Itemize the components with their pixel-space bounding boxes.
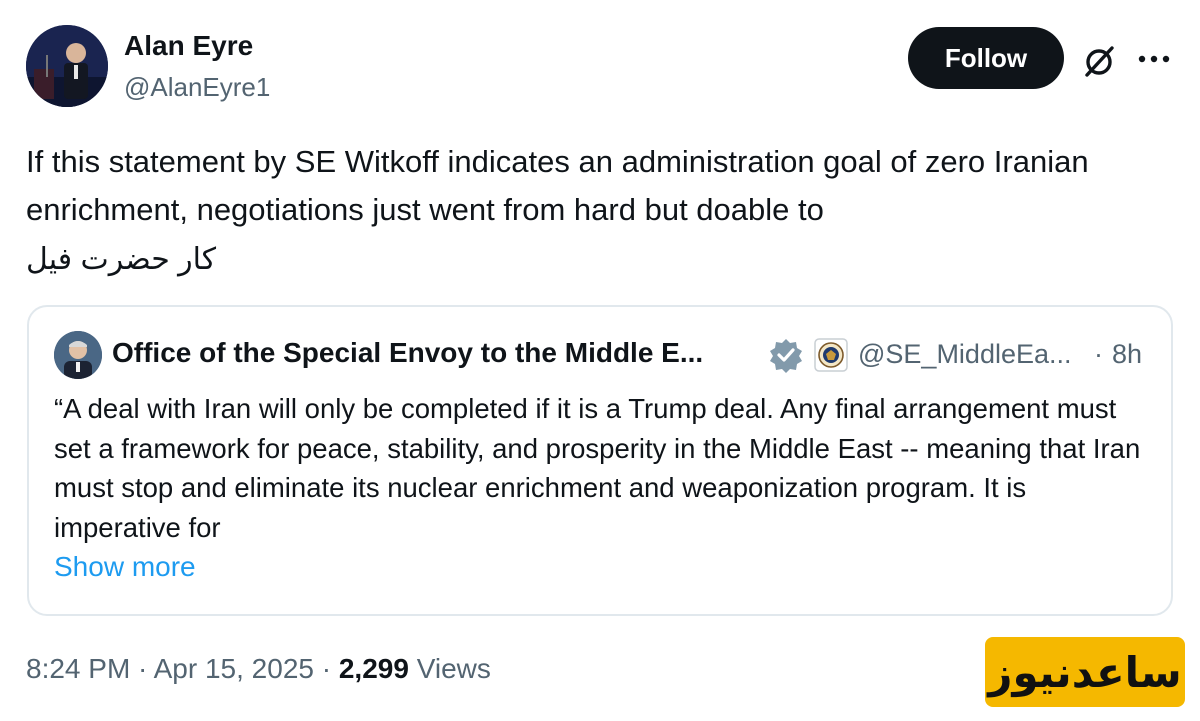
watermark-logo: ساعدنیوز	[985, 637, 1185, 707]
state-seal-icon	[814, 338, 848, 372]
more-icon[interactable]	[1136, 44, 1172, 74]
grok-icon[interactable]	[1080, 42, 1118, 80]
meta-separator: ·	[313, 653, 339, 684]
show-more-link[interactable]: Show more	[54, 551, 196, 583]
views-label: Views	[408, 653, 491, 684]
quote-timestamp[interactable]: 8h	[1112, 339, 1142, 370]
tweet-date[interactable]: Apr 15, 2025	[154, 653, 314, 684]
follow-button[interactable]: Follow	[908, 27, 1064, 89]
quote-author-handle[interactable]: @SE_MiddleEa...	[858, 339, 1072, 370]
verified-badge-icon	[770, 339, 802, 373]
tweet-meta: 8:24 PM · Apr 15, 2025 · 2,299 Views	[26, 653, 491, 685]
tweet-text-persian: کار حضرت فیل	[26, 243, 217, 276]
author-avatar[interactable]	[26, 25, 108, 107]
quote-separator: ·	[1094, 339, 1103, 369]
quote-text: “A deal with Iran will only be completed…	[54, 393, 1141, 543]
tweet-page: Alan Eyre @AlanEyre1 Follow If this stat…	[0, 0, 1200, 721]
author-name[interactable]: Alan Eyre	[124, 30, 253, 62]
tweet-time[interactable]: 8:24 PM	[26, 653, 130, 684]
watermark-text: ساعدنیوز	[988, 647, 1182, 697]
meta-separator: ·	[130, 653, 154, 684]
quote-author-name[interactable]: Office of the Special Envoy to the Middl…	[112, 337, 703, 369]
quote-avatar[interactable]	[54, 331, 102, 379]
tweet-text: If this statement by SE Witkoff indicate…	[26, 144, 1089, 227]
author-handle[interactable]: @AlanEyre1	[124, 72, 270, 103]
views-count: 2,299	[338, 653, 409, 684]
